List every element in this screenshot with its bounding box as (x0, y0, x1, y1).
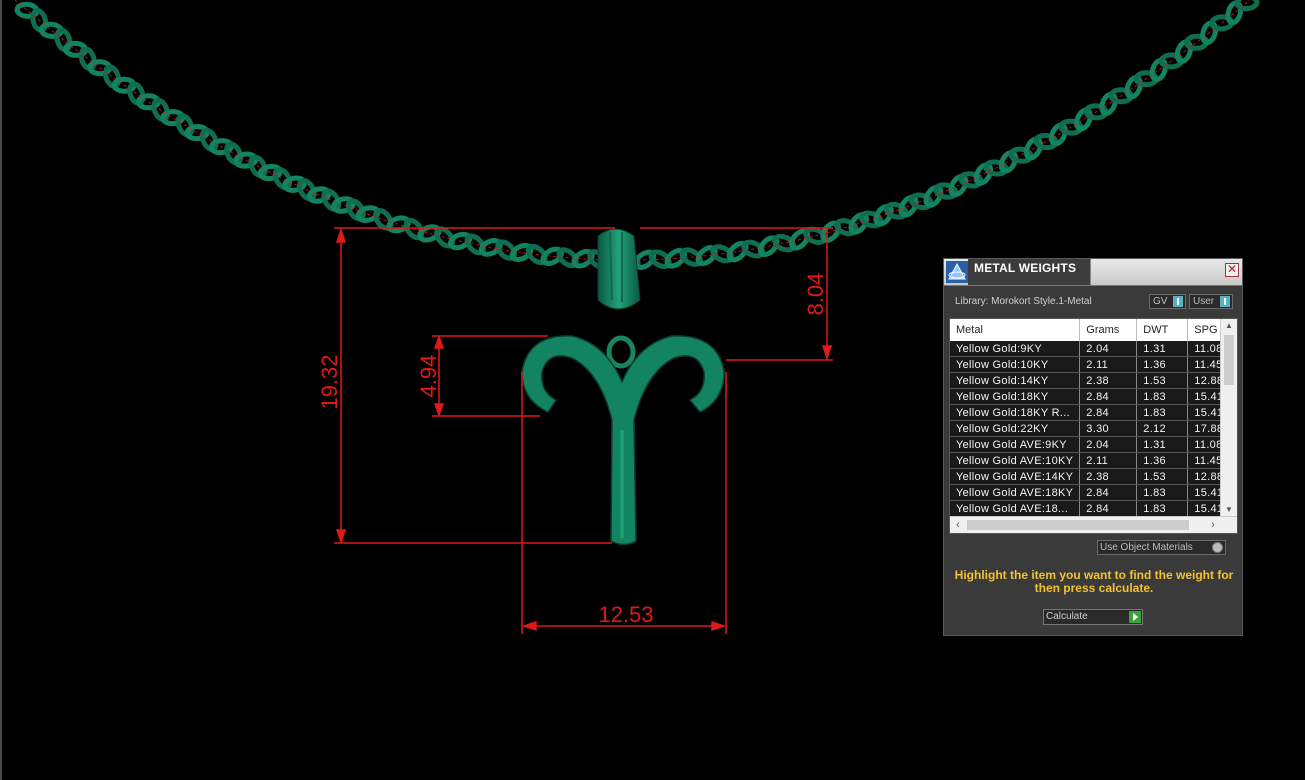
toggle-switch-icon (1173, 296, 1183, 307)
cell-grams: 2.11 (1079, 356, 1138, 373)
hint-text: Highlight the item you want to find the … (954, 568, 1234, 595)
chain-model[interactable] (14, 0, 1260, 271)
metal-weights-panel[interactable]: METAL WEIGHTS ✕ Library: Morokort Style.… (943, 258, 1243, 636)
chain-link (1124, 75, 1143, 100)
cell-metal: Yellow Gold:18KY (950, 388, 1081, 405)
gv-toggle[interactable]: GV (1149, 294, 1186, 309)
cell-metal: Yellow Gold:10KY (950, 356, 1081, 373)
library-label: Library: Morokort Style.1-Metal (955, 296, 1092, 307)
table-row[interactable]: Yellow Gold:10KY 2.11 1.36 11.45 (950, 356, 1234, 373)
cell-grams: 2.38 (1079, 372, 1138, 389)
column-grams[interactable]: Grams (1079, 319, 1138, 341)
pendant-model[interactable] (521, 228, 725, 546)
table-row[interactable]: Yellow Gold:22KY 3.30 2.12 17.88 (950, 420, 1234, 437)
viewport-border (0, 0, 2, 780)
use-object-materials-option[interactable]: Use Object Materials (1097, 540, 1226, 555)
cell-grams: 3.30 (1079, 420, 1138, 437)
cell-metal: Yellow Gold:22KY (950, 420, 1081, 437)
gv-toggle-label: GV (1153, 296, 1168, 307)
cell-dwt: 2.12 (1136, 420, 1189, 437)
scroll-up-icon[interactable]: ▲ (1221, 319, 1237, 333)
table-row[interactable]: Yellow Gold AVE:18... 2.84 1.83 15.41 (950, 500, 1234, 517)
scroll-right-icon[interactable]: › (1205, 517, 1221, 533)
dimension-bail-height: 8.04 (803, 273, 828, 316)
cell-grams: 2.84 (1079, 388, 1138, 405)
column-dwt[interactable]: DWT (1136, 319, 1189, 341)
cell-metal: Yellow Gold AVE:18... (950, 500, 1081, 517)
cell-dwt: 1.31 (1136, 436, 1189, 453)
scroll-down-icon[interactable]: ▼ (1221, 503, 1237, 517)
chain-link (1149, 57, 1168, 83)
cell-dwt: 1.83 (1136, 500, 1189, 517)
cell-grams: 2.38 (1079, 468, 1138, 485)
table-row[interactable]: Yellow Gold AVE:18KY 2.84 1.83 15.41 (950, 484, 1234, 501)
cell-metal: Yellow Gold AVE:9KY (950, 436, 1081, 453)
calculate-label: Calculate (1046, 611, 1088, 622)
metal-table[interactable]: Metal Grams DWT SPG Yellow Gold:9KY 2.04 1… (949, 318, 1238, 534)
app-logo-icon (946, 261, 968, 283)
dimension-width: 12.53 (598, 602, 653, 627)
table-row[interactable]: Yellow Gold:9KY 2.04 1.31 11.08 (950, 341, 1234, 357)
chain-link (1099, 91, 1118, 116)
cell-grams: 2.04 (1079, 341, 1138, 357)
cell-metal: Yellow Gold:9KY (950, 341, 1081, 357)
calculate-button[interactable]: Calculate (1043, 609, 1143, 625)
cell-grams: 2.84 (1079, 500, 1138, 517)
cell-dwt: 1.36 (1136, 452, 1189, 469)
column-metal[interactable]: Metal (950, 319, 1081, 341)
cell-dwt: 1.53 (1136, 468, 1189, 485)
scroll-thumb[interactable] (1224, 335, 1234, 385)
scroll-left-icon[interactable]: ‹ (950, 517, 966, 533)
cell-metal: Yellow Gold:14KY (950, 372, 1081, 389)
dimension-height: 19.32 (317, 354, 342, 409)
dimension-arc-height: 4.94 (416, 355, 441, 398)
table-row[interactable]: Yellow Gold:14KY 2.38 1.53 12.88 (950, 372, 1234, 389)
close-icon: ✕ (1226, 262, 1238, 276)
table-row[interactable]: Yellow Gold AVE:9KY 2.04 1.31 11.08 (950, 436, 1234, 453)
close-button[interactable]: ✕ (1225, 263, 1239, 277)
cell-dwt: 1.83 (1136, 404, 1189, 421)
cell-dwt: 1.83 (1136, 484, 1189, 501)
table-row[interactable]: Yellow Gold AVE:10KY 2.11 1.36 11.45 (950, 452, 1234, 469)
use-object-materials-label: Use Object Materials (1100, 542, 1193, 553)
dimension-lines (334, 227, 833, 634)
vertical-scrollbar[interactable]: ▲ ▼ (1220, 319, 1237, 517)
cell-grams: 2.84 (1079, 484, 1138, 501)
user-toggle[interactable]: User (1189, 294, 1233, 309)
play-icon (1129, 611, 1141, 623)
user-toggle-label: User (1193, 296, 1215, 307)
cell-metal: Yellow Gold:18KY R... (950, 404, 1081, 421)
table-header: Metal Grams DWT SPG (950, 319, 1234, 341)
cell-metal: Yellow Gold AVE:18KY (950, 484, 1081, 501)
cell-grams: 2.84 (1079, 404, 1138, 421)
chain-link (1074, 107, 1093, 132)
panel-titlebar[interactable]: METAL WEIGHTS ✕ (944, 259, 1242, 286)
cell-metal: Yellow Gold AVE:10KY (950, 452, 1081, 469)
table-row[interactable]: Yellow Gold:18KY 2.84 1.83 15.41 (950, 388, 1234, 405)
table-row[interactable]: Yellow Gold:18KY R... 2.84 1.83 15.41 (950, 404, 1234, 421)
scroll-thumb-horizontal[interactable] (967, 520, 1189, 530)
cell-dwt: 1.31 (1136, 341, 1189, 357)
chain-link (1234, 0, 1260, 12)
toggle-switch-icon (1220, 296, 1230, 307)
cell-dwt: 1.83 (1136, 388, 1189, 405)
cell-metal: Yellow Gold AVE:14KY (950, 468, 1081, 485)
horizontal-scrollbar[interactable]: ‹ › (950, 516, 1237, 533)
cell-dwt: 1.53 (1136, 372, 1189, 389)
cell-dwt: 1.36 (1136, 356, 1189, 373)
panel-title: METAL WEIGHTS (974, 261, 1077, 275)
table-row[interactable]: Yellow Gold AVE:14KY 2.38 1.53 12.88 (950, 468, 1234, 485)
cell-grams: 2.04 (1079, 436, 1138, 453)
cell-grams: 2.11 (1079, 452, 1138, 469)
radio-icon[interactable] (1212, 542, 1223, 553)
